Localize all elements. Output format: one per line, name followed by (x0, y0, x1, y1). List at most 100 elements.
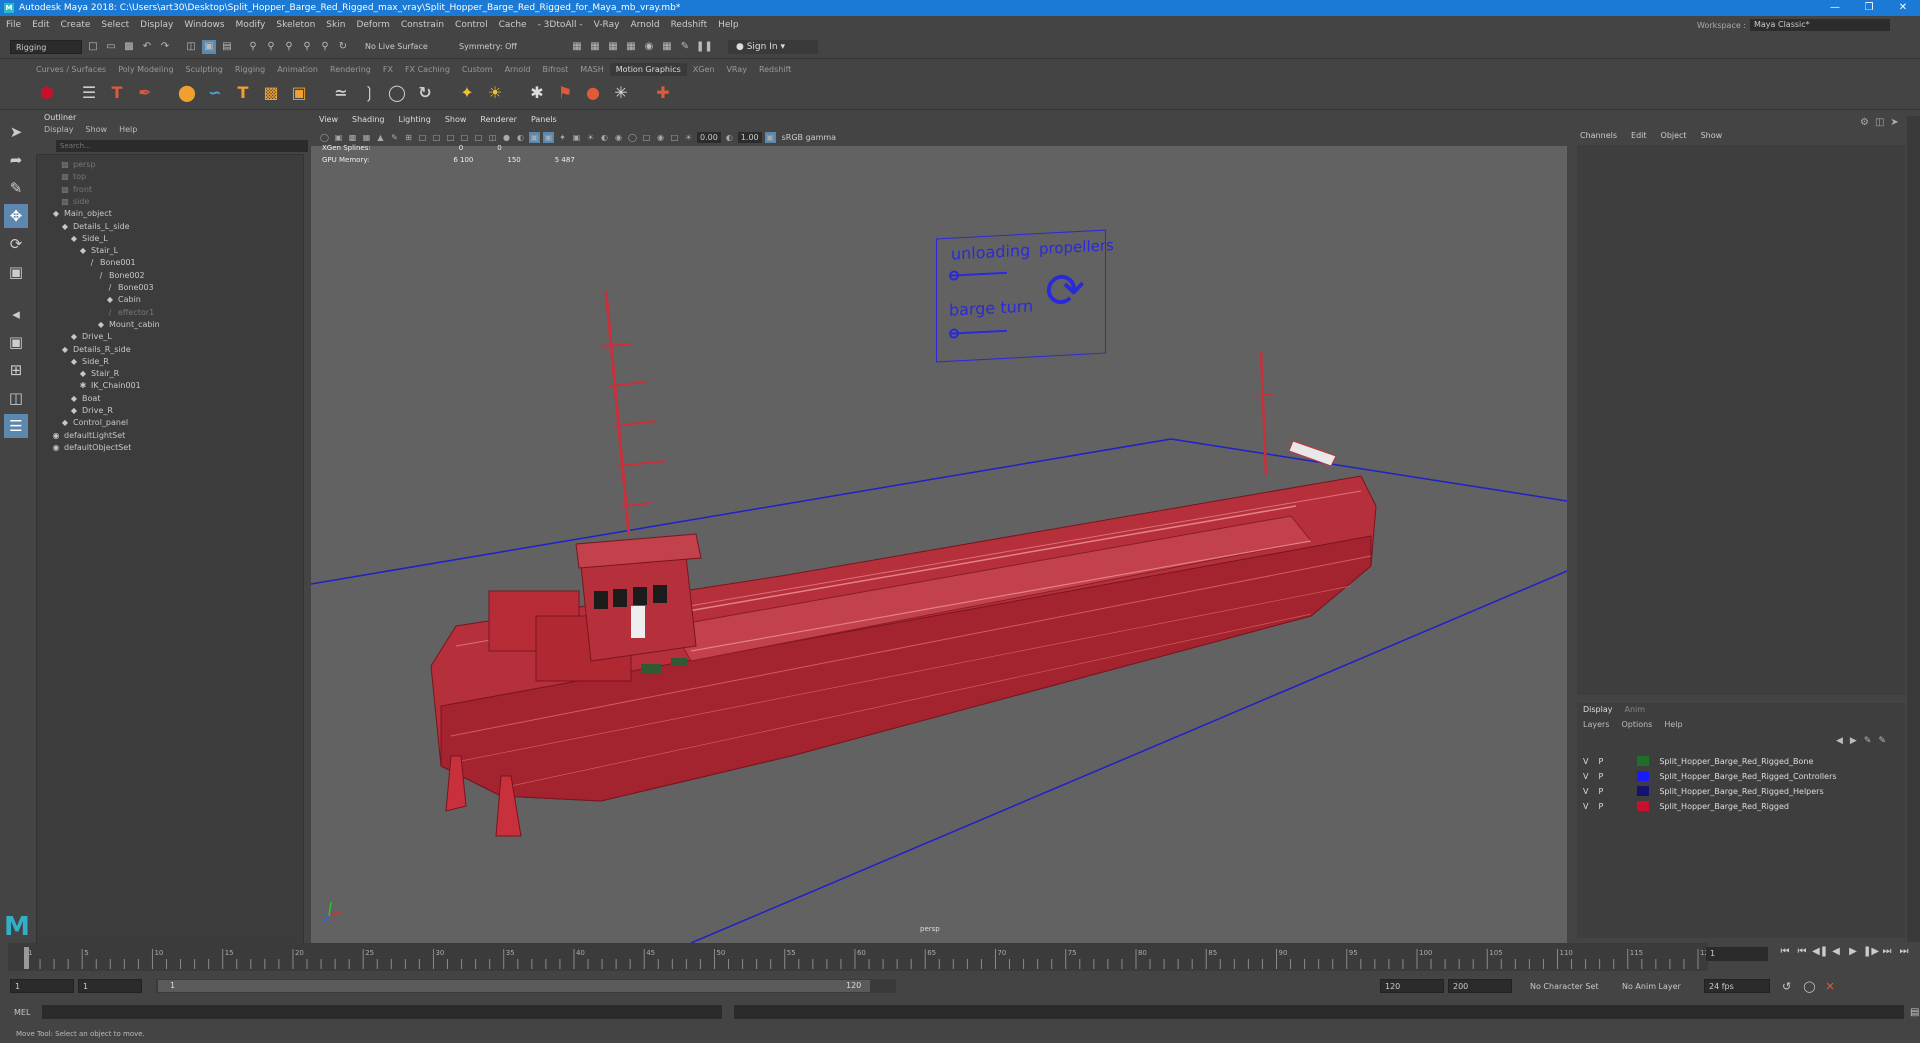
menu-v-ray[interactable]: V-Ray (594, 20, 620, 30)
menu-edit[interactable]: Edit (32, 20, 49, 30)
layer-playback-toggle[interactable]: P (1598, 787, 1603, 796)
rotate-tool-icon[interactable]: ⟳ (4, 232, 28, 256)
hypershade-icon[interactable]: ◉ (642, 40, 656, 54)
colorspace-dropdown[interactable]: sRGB gamma (778, 131, 909, 143)
snap-curve-icon[interactable]: ⚲ (264, 40, 278, 54)
viewport-menu-show[interactable]: Show (445, 115, 467, 128)
safe-action-icon[interactable]: □ (473, 132, 484, 143)
bend-icon[interactable]: ↻ (414, 82, 436, 104)
layer-row[interactable]: V P Split_Hopper_Barge_Red_Rigged_Controll… (1583, 769, 1837, 783)
minimize-icon[interactable]: — (1818, 0, 1852, 16)
exposure-field[interactable]: 0.00 (697, 131, 721, 143)
shelf-tab-rendering[interactable]: Rendering (324, 63, 377, 76)
menu-select[interactable]: Select (101, 20, 129, 30)
layer-color-swatch[interactable] (1637, 756, 1650, 766)
loop-icon[interactable]: ↺ (1782, 980, 1791, 993)
maximize-icon[interactable]: ❐ (1852, 0, 1886, 16)
gate-mask-icon[interactable]: □ (445, 132, 456, 143)
outliner-menu-display[interactable]: Display (44, 125, 74, 138)
step-back-key-icon[interactable]: ⏮ (1795, 946, 1809, 957)
step-back-frame-icon[interactable]: ◀❚ (1812, 946, 1828, 957)
channelbox-menu-object[interactable]: Object (1661, 131, 1687, 140)
layer-tab-display[interactable]: Display (1583, 705, 1613, 714)
grid-icon[interactable]: ⊞ (403, 132, 414, 143)
menu-display[interactable]: Display (140, 20, 173, 30)
shelf-tab-redshift[interactable]: Redshift (753, 63, 797, 76)
paint-select-icon[interactable]: ✎ (4, 176, 28, 200)
select-hierarchy-icon[interactable]: ◫ (184, 40, 198, 54)
outliner-menu-show[interactable]: Show (86, 125, 108, 138)
end-time-field[interactable]: 200 (1448, 979, 1512, 993)
menu-deform[interactable]: Deform (356, 20, 389, 30)
play-backward-icon[interactable]: ◀ (1829, 946, 1843, 957)
shelf-tab-arnold[interactable]: Arnold (499, 63, 537, 76)
light-editor-icon[interactable]: ✎ (678, 40, 692, 54)
render-settings-icon[interactable]: ▦ (624, 40, 638, 54)
smooth-shade-icon[interactable]: ● (501, 132, 512, 143)
barge-turn-slider-handle[interactable] (949, 328, 959, 339)
field-chart-icon[interactable]: □ (459, 132, 470, 143)
layer-playback-toggle[interactable]: P (1598, 802, 1603, 811)
unloading-slider-handle[interactable] (949, 270, 959, 281)
antialias-icon[interactable]: □ (641, 132, 652, 143)
menu-arnold[interactable]: Arnold (630, 20, 659, 30)
screen-space-ao-icon[interactable]: ◉ (613, 132, 624, 143)
side-tab-strip[interactable] (1907, 116, 1920, 942)
select-object-icon[interactable]: ▣ (202, 39, 216, 54)
mel-label[interactable]: MEL (14, 1008, 36, 1017)
anim-prefs-icon[interactable]: ✕ (1826, 980, 1835, 993)
layer-visibility-toggle[interactable]: V (1583, 787, 1588, 796)
menu-create[interactable]: Create (61, 20, 91, 30)
channelbox-pin-icon[interactable]: ➤ (1890, 117, 1898, 128)
layer-move-up-icon[interactable]: ◀ (1836, 736, 1843, 746)
workspace-dropdown[interactable]: Maya Classic* (1750, 19, 1890, 31)
layer-visibility-toggle[interactable]: V (1583, 772, 1588, 781)
viewport-menu-renderer[interactable]: Renderer (480, 115, 517, 128)
shelf-tab-mash[interactable]: MASH (574, 63, 609, 76)
new-scene-icon[interactable]: □ (86, 40, 100, 54)
viewport-menu-view[interactable]: View (319, 115, 338, 128)
control-panel[interactable]: unloading propellers barge turn ⟳ (936, 229, 1114, 363)
current-time-indicator[interactable] (24, 947, 29, 969)
sphere-mesh-icon[interactable]: ⬤ (176, 82, 198, 104)
bookmark-icon[interactable]: ▩ (347, 132, 358, 143)
layer-row[interactable]: V P Split_Hopper_Barge_Red_Rigged_Helpers (1583, 784, 1824, 798)
layer-menu-help[interactable]: Help (1664, 720, 1682, 729)
wireframe-on-shaded-icon[interactable]: ▣ (529, 131, 540, 143)
channelbox-menu-edit[interactable]: Edit (1631, 131, 1647, 140)
menu-constrain[interactable]: Constrain (401, 20, 444, 30)
channelbox-layout-icon[interactable]: ◫ (1875, 117, 1884, 128)
four-view-icon[interactable]: ⊞ (4, 358, 28, 382)
sign-in-button[interactable]: ● Sign In ▾ (728, 39, 818, 54)
open-scene-icon[interactable]: ▭ (104, 40, 118, 54)
range-slider-bar-fill[interactable]: 1 (158, 980, 870, 992)
go-to-start-icon[interactable]: ⏮ (1778, 946, 1792, 957)
layer-playback-toggle[interactable]: P (1598, 757, 1603, 766)
cube-icon[interactable]: ▣ (288, 82, 310, 104)
motion-graphics-logo-icon[interactable]: ⬢ (36, 82, 58, 104)
layer-color-swatch[interactable] (1637, 786, 1650, 796)
deformer-icon[interactable]: ◯ (386, 82, 408, 104)
2d-pan-icon[interactable]: ▲ (375, 132, 386, 143)
light-add-icon[interactable]: ✦ (456, 82, 478, 104)
gamma-icon[interactable]: ◐ (724, 132, 735, 143)
brush-icon[interactable]: ✒ (134, 82, 156, 104)
viewport-menu-lighting[interactable]: Lighting (398, 115, 430, 128)
playback-start-field[interactable]: 1 (78, 979, 142, 993)
shelf-tab-sculpting[interactable]: Sculpting (180, 63, 229, 76)
snap-grid-icon[interactable]: ⚲ (246, 40, 260, 54)
shelf-tab-poly-modeling[interactable]: Poly Modeling (112, 63, 179, 76)
snap-surface-icon[interactable]: ⚲ (318, 40, 332, 54)
channelbox-menu-channels[interactable]: Channels (1580, 131, 1617, 140)
move-tool-icon[interactable]: ✥ (4, 204, 28, 228)
film-gate-icon[interactable]: □ (417, 132, 428, 143)
shelf-tab-fx[interactable]: FX (377, 63, 399, 76)
layer-tab-anim[interactable]: Anim (1625, 705, 1646, 714)
menu-skeleton[interactable]: Skeleton (276, 20, 315, 30)
menu-control[interactable]: Control (455, 20, 488, 30)
layer-visibility-toggle[interactable]: V (1583, 757, 1588, 766)
fps-dropdown[interactable]: 24 fps (1704, 979, 1770, 993)
shelf-tab-vray[interactable]: VRay (720, 63, 753, 76)
shelf-tab-curves-surfaces[interactable]: Curves / Surfaces (30, 63, 112, 76)
cloth-icon[interactable]: ⚑ (554, 82, 576, 104)
